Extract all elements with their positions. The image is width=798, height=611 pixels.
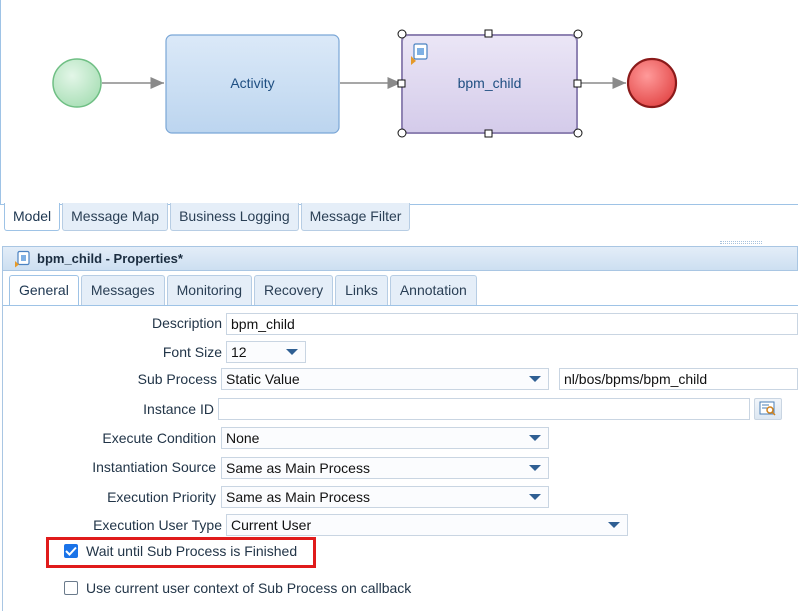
tab-general[interactable]: General	[9, 275, 79, 306]
instance-id-label: Instance ID	[143, 401, 214, 417]
description-label: Description	[151, 315, 222, 331]
tab-annotation[interactable]: Annotation	[389, 275, 477, 305]
panel-resize-handle[interactable]	[720, 241, 762, 244]
sub-process-path-field[interactable]: nl/bos/bpms/bpm_child	[559, 368, 798, 390]
use-user-context-label: Use current user context of Sub Process …	[86, 580, 412, 596]
execution-priority-select[interactable]: Same as Main Process	[221, 486, 549, 508]
tab-underline	[3, 305, 798, 306]
process-diagram-canvas[interactable]: Activity bpm_child	[0, 0, 798, 205]
execution-user-type-select[interactable]: Current User	[226, 514, 628, 536]
instantiation-source-label: Instantiation Source	[92, 459, 216, 475]
chevron-down-icon[interactable]	[522, 487, 548, 507]
activity-label: Activity	[230, 75, 275, 91]
chevron-down-icon[interactable]	[601, 515, 627, 535]
view-tabs: Model Message Map Business Logging Messa…	[4, 203, 412, 231]
font-size-value: 12	[231, 344, 247, 360]
tab-recovery[interactable]: Recovery	[254, 275, 334, 305]
end-event[interactable]	[626, 57, 678, 109]
execution-priority-label: Execution Priority	[107, 489, 216, 505]
description-field[interactable]: bpm_child	[226, 313, 798, 335]
highlight-annotation	[46, 537, 316, 568]
execution-user-type-label: Execution User Type	[93, 517, 222, 533]
start-event[interactable]	[52, 58, 102, 108]
tab-model[interactable]: Model	[4, 203, 61, 231]
font-size-label: Font Size	[162, 344, 222, 360]
diagram-svg	[52, 29, 678, 138]
tab-monitoring[interactable]: Monitoring	[166, 275, 252, 305]
lookup-icon	[759, 401, 776, 416]
instance-id-field[interactable]	[218, 398, 750, 420]
tab-links[interactable]: Links	[335, 275, 388, 305]
subprocess-label: bpm_child	[457, 75, 522, 91]
execution-priority-value: Same as Main Process	[226, 489, 370, 505]
chevron-down-icon[interactable]	[522, 428, 548, 448]
instantiation-source-select[interactable]: Same as Main Process	[221, 457, 549, 479]
tab-message-filter[interactable]: Message Filter	[300, 203, 411, 231]
chevron-down-icon[interactable]	[522, 369, 548, 389]
use-user-context-row[interactable]: Use current user context of Sub Process …	[64, 580, 411, 596]
execution-user-type-value: Current User	[231, 517, 312, 533]
execute-condition-select[interactable]: None	[221, 427, 549, 449]
instantiation-source-value: Same as Main Process	[226, 460, 370, 476]
chevron-down-icon[interactable]	[522, 458, 548, 478]
tab-messages[interactable]: Messages	[80, 275, 165, 305]
properties-title: bpm_child - Properties*	[37, 251, 183, 266]
sub-process-type-select[interactable]: Static Value	[221, 368, 549, 390]
properties-tabs: General Messages Monitoring Recovery Lin…	[9, 275, 479, 306]
execute-condition-label: Execute Condition	[102, 430, 216, 446]
font-size-select[interactable]: 12	[226, 341, 306, 363]
use-user-context-checkbox[interactable]	[64, 581, 78, 595]
properties-header: bpm_child - Properties*	[2, 246, 798, 271]
sub-process-type-value: Static Value	[226, 371, 300, 387]
execute-condition-value: None	[226, 430, 260, 446]
chevron-down-icon[interactable]	[279, 342, 305, 362]
subprocess-icon	[15, 250, 30, 267]
tab-business-logging[interactable]: Business Logging	[170, 203, 299, 231]
tab-message-map[interactable]: Message Map	[62, 203, 169, 231]
sub-process-label: Sub Process	[137, 371, 217, 387]
lookup-button[interactable]	[754, 398, 782, 420]
